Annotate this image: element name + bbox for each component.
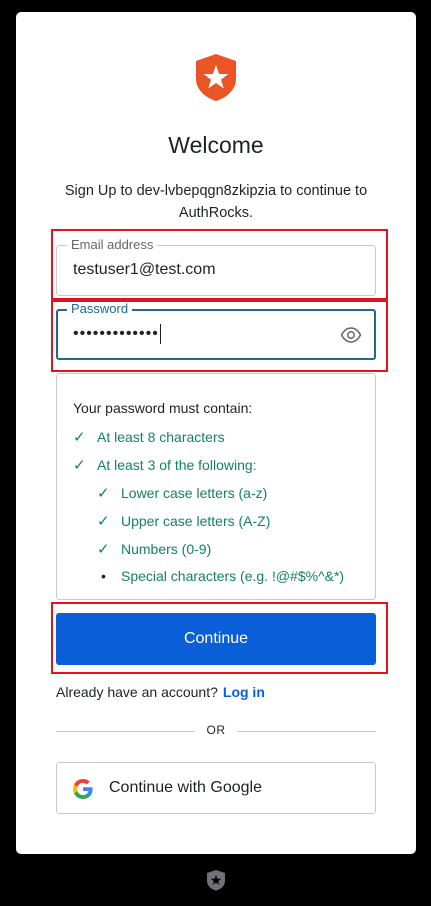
page-subtitle: Sign Up to dev-lvbepqgn8zkipzia to conti… xyxy=(64,183,368,221)
google-signin-button[interactable]: Continue with Google xyxy=(56,762,376,814)
policy-rule-text: Lower case letters (a-z) xyxy=(121,485,268,501)
google-g-icon xyxy=(73,779,93,799)
divider-line-right xyxy=(238,731,376,732)
policy-rule-text: At least 3 of the following: xyxy=(97,457,257,473)
or-label: OR xyxy=(206,723,226,737)
policy-subrule: ✓ Upper case letters (A-Z) xyxy=(97,512,270,530)
policy-rule-text: Upper case letters (A-Z) xyxy=(121,513,271,529)
check-icon: ✓ xyxy=(97,513,110,530)
password-policy-box: Your password must contain: ✓ At least 8 … xyxy=(56,373,376,600)
login-link[interactable]: Log in xyxy=(223,684,265,700)
google-button-label: Continue with Google xyxy=(109,779,262,796)
policy-subrule: ✓ Numbers (0-9) xyxy=(97,540,211,558)
check-icon: ✓ xyxy=(73,429,86,446)
policy-heading: Your password must contain: xyxy=(73,400,253,416)
policy-rule: ✓ At least 8 characters xyxy=(73,428,225,446)
policy-rule: ✓ At least 3 of the following: xyxy=(73,456,257,474)
or-divider: OR xyxy=(56,723,376,737)
auth0-logo-icon xyxy=(196,54,236,101)
check-icon: ✓ xyxy=(97,541,110,558)
policy-rule-text: Special characters (e.g. !@#$%^&*) xyxy=(121,568,345,584)
policy-rule-text: At least 8 characters xyxy=(97,429,225,445)
continue-highlight-frame xyxy=(51,602,388,674)
signup-card: Welcome Sign Up to dev-lvbepqgn8zkipzia … xyxy=(16,12,416,854)
login-prompt: Already have an account? Log in xyxy=(56,684,265,700)
bullet-icon: • xyxy=(101,568,106,584)
email-highlight-frame xyxy=(51,229,388,300)
auth0-badge-icon xyxy=(207,870,225,891)
page-title: Welcome xyxy=(168,132,264,158)
policy-subrule: ✓ Lower case letters (a-z) xyxy=(97,484,267,502)
check-icon: ✓ xyxy=(97,485,110,502)
policy-subrule: • Special characters (e.g. !@#$%^&*) xyxy=(97,568,344,584)
policy-rule-text: Numbers (0-9) xyxy=(121,541,212,557)
password-highlight-frame xyxy=(51,300,388,372)
check-icon: ✓ xyxy=(73,457,86,474)
already-account-text: Already have an account? xyxy=(56,684,218,700)
